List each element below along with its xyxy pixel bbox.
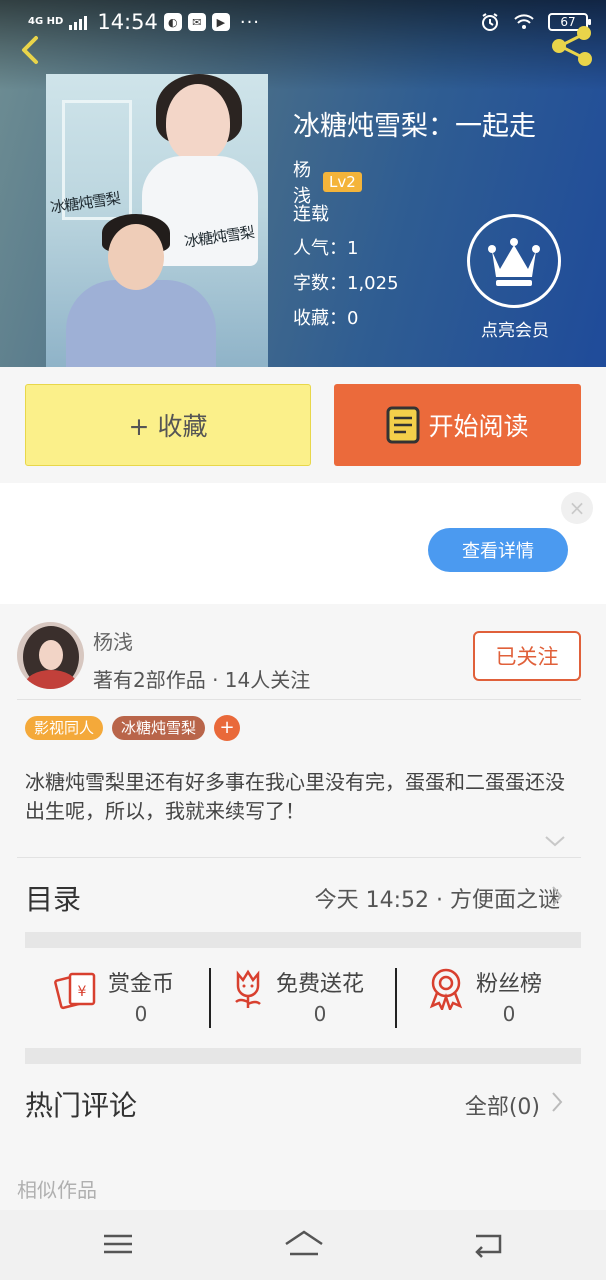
author-card-name[interactable]: 杨浅 [93,626,133,655]
expand-chevron-icon[interactable] [544,833,566,849]
divider [209,968,211,1028]
vip-membership-button[interactable]: 点亮会员 [467,214,563,341]
send-flower-value: 0 [313,1002,327,1026]
book-cover[interactable]: 冰糖炖雪梨 冰糖炖雪梨 [46,74,268,367]
divider [395,968,397,1028]
latest-chapter[interactable]: 今天 14:52 · 方便面之谜 [315,882,560,914]
status-time: 14:54 [97,10,158,34]
chevron-right-icon [552,886,563,906]
video-notification-icon: ▶ [211,13,230,31]
tag-list: 影视同人 冰糖炖雪梨 + [25,715,241,741]
view-details-button[interactable]: 查看详情 [428,528,568,572]
author-level-badge: Lv2 [323,172,362,192]
divider [17,699,581,700]
fan-ranking-value: 0 [502,1002,516,1026]
book-title: 冰糖炖雪梨：一起走 [293,111,536,142]
hot-comments-row[interactable]: 热门评论 全部(0) [0,1064,606,1144]
similar-works-heading: 相似作品 [17,1178,97,1202]
status-bar: 4G HD 14:54 ◐ ✉ ▶ ··· 67 [0,0,606,46]
back-icon[interactable] [14,32,50,68]
book-actions: + 收藏 开始阅读 [0,367,606,483]
signal-icon [69,14,88,30]
red-envelope-icon: ¥ [54,972,96,1010]
all-comments-link[interactable]: 全部(0) [465,1089,540,1121]
add-tag-button[interactable]: + [214,715,241,741]
reward-coins-label: 赏金币 [108,972,175,997]
book-icon [386,406,420,444]
reward-coins-button[interactable]: ¥ 赏金币 0 [54,966,174,1026]
start-reading-label: 开始阅读 [428,412,529,441]
crown-icon [488,238,540,286]
author-works-info: 著有2部作品 · 14人关注 [93,668,311,692]
book-introduction: 冰糖炖雪梨里还有好多事在我心里没有完，蛋蛋和二蛋蛋还没出生呢，所以，我就来续写了… [25,770,565,823]
flower-icon [235,969,261,1008]
back-nav-icon[interactable] [470,1228,506,1260]
reward-coins-value: 0 [134,1002,148,1026]
book-popularity: 人气：1 [293,238,359,259]
table-of-contents-row[interactable]: 目录 今天 14:52 · 方便面之谜 [0,860,606,932]
vip-label: 点亮会员 [481,321,549,341]
fan-ranking-button[interactable]: 粉丝榜 0 [426,966,542,1026]
message-notification-icon: ✉ [187,13,206,31]
hot-comments-label: 热门评论 [25,1089,138,1122]
close-icon[interactable]: × [561,492,593,524]
promo-panel: × 查看详情 [0,483,606,604]
tag-item[interactable]: 冰糖炖雪梨 [112,716,206,740]
tag-item[interactable]: 影视同人 [25,716,104,740]
send-flower-label: 免费送花 [276,972,365,997]
wifi-icon [514,14,534,29]
divider [17,857,581,858]
share-icon[interactable] [548,24,598,68]
home-icon[interactable] [284,1228,324,1260]
avatar[interactable] [17,622,84,689]
reward-stats: ¥ 赏金币 0 免费送花 0 粉丝榜 0 [0,948,606,1048]
add-favorite-button[interactable]: + 收藏 [25,384,311,466]
more-notifications-icon: ··· [239,11,261,33]
chevron-right-icon [552,1092,563,1112]
toc-label: 目录 [25,883,82,916]
alarm-icon [482,13,498,31]
section-divider [25,932,581,948]
fan-ranking-label: 粉丝榜 [476,972,543,997]
follow-button[interactable]: 已关注 [473,631,581,681]
book-favorites: 收藏：0 [293,308,359,329]
system-navigation-bar [0,1210,606,1280]
send-flower-button[interactable]: 免费送花 0 [230,966,364,1026]
medal-icon [429,968,463,1010]
book-word-count: 字数：1,025 [293,273,399,294]
svg-text:¥: ¥ [78,984,87,1000]
menu-icon[interactable] [100,1228,136,1260]
book-status: 连载 [293,204,329,225]
book-header: 4G HD 14:54 ◐ ✉ ▶ ··· 67 冰糖炖雪梨 冰糖炖雪梨 冰糖炖… [0,0,606,367]
network-indicator: 4G HD [28,16,64,27]
section-divider [25,1048,581,1064]
start-reading-button[interactable]: 开始阅读 [334,384,581,466]
app-notification-icon: ◐ [163,13,182,31]
